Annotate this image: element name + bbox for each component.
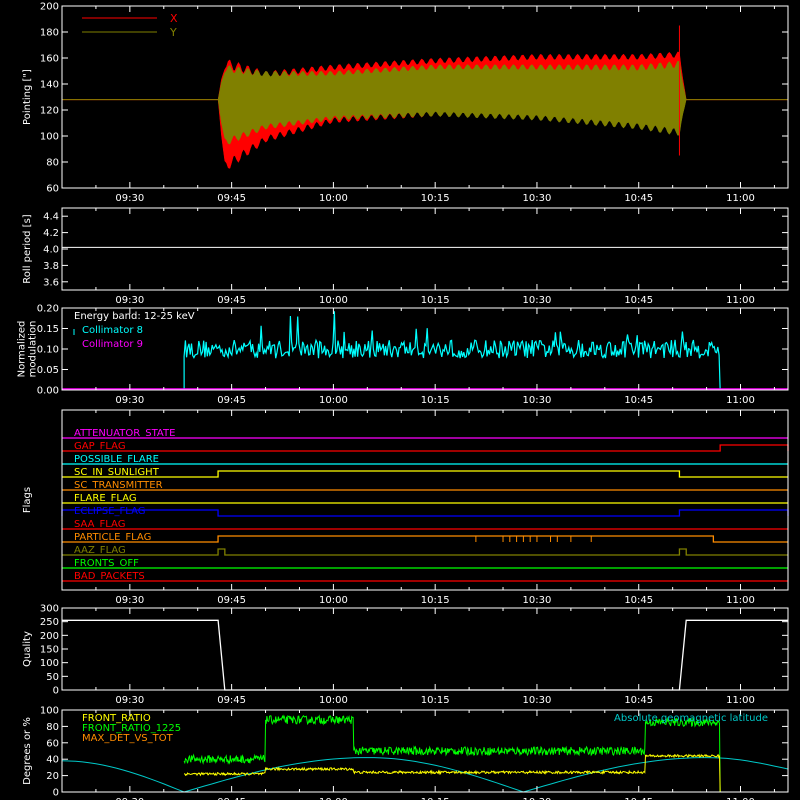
figure: 09:30 09:45 10:00 10:15 10:30 10:45 11:00 09:30…	[0, 0, 800, 800]
time-tick-label: 09:45	[217, 193, 246, 204]
y-tick-label: 80	[46, 158, 59, 169]
time-tick-label: 10:15	[421, 395, 450, 406]
time-tick-label: 10:15	[421, 595, 450, 606]
y-axis-label: Roll period [s]	[22, 214, 33, 283]
y-tick-label: 4.4	[43, 212, 59, 223]
time-tick-label: 11:00	[726, 295, 755, 306]
y-tick-label: 3.6	[43, 277, 59, 288]
flag-label: GAP_FLAG	[74, 441, 126, 452]
time-tick-label: 10:45	[624, 295, 653, 306]
time-tick-label: 10:45	[624, 193, 653, 204]
time-tick-label: 09:30	[115, 395, 144, 406]
time-tick-label: 11:00	[726, 595, 755, 606]
time-tick-label: 11:00	[726, 193, 755, 204]
time-tick-label: 09:30	[115, 295, 144, 306]
y-tick-label: 100	[40, 132, 59, 143]
y-tick-label: 140	[40, 80, 59, 91]
legend-label: Collimator 9	[82, 339, 143, 350]
flag-label: SAA_FLAG	[74, 519, 125, 530]
y-tick-label: 0	[53, 788, 59, 799]
time-tick-label: 10:30	[523, 695, 552, 706]
y-tick-label: 200	[40, 2, 59, 13]
y-tick-label: 4.0	[43, 245, 59, 256]
time-tick-label: 10:45	[624, 395, 653, 406]
energy-band-label: Energy band: 12-25 keV	[74, 311, 195, 322]
legend-label: Collimator 8	[82, 325, 143, 336]
time-tick-label: 09:45	[217, 595, 246, 606]
time-tick-label: 10:00	[319, 193, 348, 204]
y-tick-label: 200	[40, 631, 59, 642]
flag-label: SC_TRANSMITTER	[74, 480, 163, 491]
y-tick-label: 20	[46, 771, 59, 782]
y-tick-label: 0.05	[37, 365, 59, 376]
y-tick-label: 4.2	[43, 228, 59, 239]
y-axis-label: Quality	[22, 631, 33, 667]
time-tick-label: 10:00	[319, 395, 348, 406]
legend-label: MAX_DET_VS_TOT	[82, 733, 174, 744]
time-tick-label: 10:30	[523, 595, 552, 606]
flag-label: FLARE_FLAG	[74, 493, 137, 504]
time-tick-label: 09:45	[217, 395, 246, 406]
flag-label: FRONTS_OFF	[74, 558, 139, 569]
y-tick-label: 0.20	[37, 304, 59, 315]
y-tick-label: 250	[40, 617, 59, 628]
y-tick-label: 60	[46, 738, 59, 749]
flag-label: BAD_PACKETS	[74, 571, 145, 582]
y-tick-label: 0.15	[37, 324, 59, 335]
time-tick-label: 09:30	[115, 193, 144, 204]
flag-label: PARTICLE_FLAG	[74, 532, 151, 543]
flag-label: ECLIPSE_FLAG	[74, 506, 145, 517]
time-tick-label: 10:00	[319, 695, 348, 706]
time-tick-label: 10:30	[523, 295, 552, 306]
y-tick-label: 0.10	[37, 345, 59, 356]
time-tick-label: 10:45	[624, 695, 653, 706]
y-tick-label: 50	[46, 672, 59, 683]
y-tick-label: 60	[46, 184, 59, 195]
y-tick-label: 0	[53, 686, 59, 697]
time-tick-label: 11:00	[726, 695, 755, 706]
y-tick-label: 0.00	[37, 386, 59, 397]
flag-label: POSSIBLE_FLARE	[74, 454, 159, 465]
y-tick-label: 300	[40, 604, 59, 615]
time-tick-label: 09:45	[217, 295, 246, 306]
y-axis-label: Flags	[22, 487, 33, 513]
y-tick-label: 100	[40, 706, 59, 717]
y-axis-label: Degrees or %	[22, 717, 33, 785]
flag-label: SC_IN_SUNLIGHT	[74, 467, 160, 478]
y-tick-label: 180	[40, 28, 59, 39]
time-tick-label: 10:15	[421, 295, 450, 306]
flag-label: ATTENUATOR_STATE	[74, 428, 175, 439]
time-tick-label: 09:30	[115, 695, 144, 706]
y-tick-label: 100	[40, 658, 59, 669]
y-tick-label: 40	[46, 755, 59, 766]
y-axis-label: modulation	[28, 321, 39, 378]
y-tick-label: 80	[46, 722, 59, 733]
y-axis-label: Normalized	[17, 321, 28, 378]
time-tick-label: 11:00	[726, 395, 755, 406]
time-tick-label: 10:30	[523, 395, 552, 406]
time-tick-label: 09:45	[217, 695, 246, 706]
time-tick-label: 10:30	[523, 193, 552, 204]
time-tick-label: 10:45	[624, 595, 653, 606]
y-axis-label: Pointing ["]	[22, 69, 33, 125]
time-tick-label: 09:30	[115, 595, 144, 606]
y-tick-label: 3.8	[43, 261, 59, 272]
time-tick-label: 10:15	[421, 695, 450, 706]
legend-label: X	[170, 12, 178, 25]
time-tick-label: 10:00	[319, 295, 348, 306]
y-tick-label: 150	[40, 645, 59, 656]
y-tick-label: 160	[40, 54, 59, 65]
legend-label: Absolute geomagnetic latitude	[614, 713, 768, 724]
legend-label: Y	[169, 26, 177, 39]
y-tick-label: 120	[40, 106, 59, 117]
flag-label: AAZ_FLAG	[74, 545, 126, 556]
time-tick-label: 10:00	[319, 595, 348, 606]
time-tick-label: 10:15	[421, 193, 450, 204]
